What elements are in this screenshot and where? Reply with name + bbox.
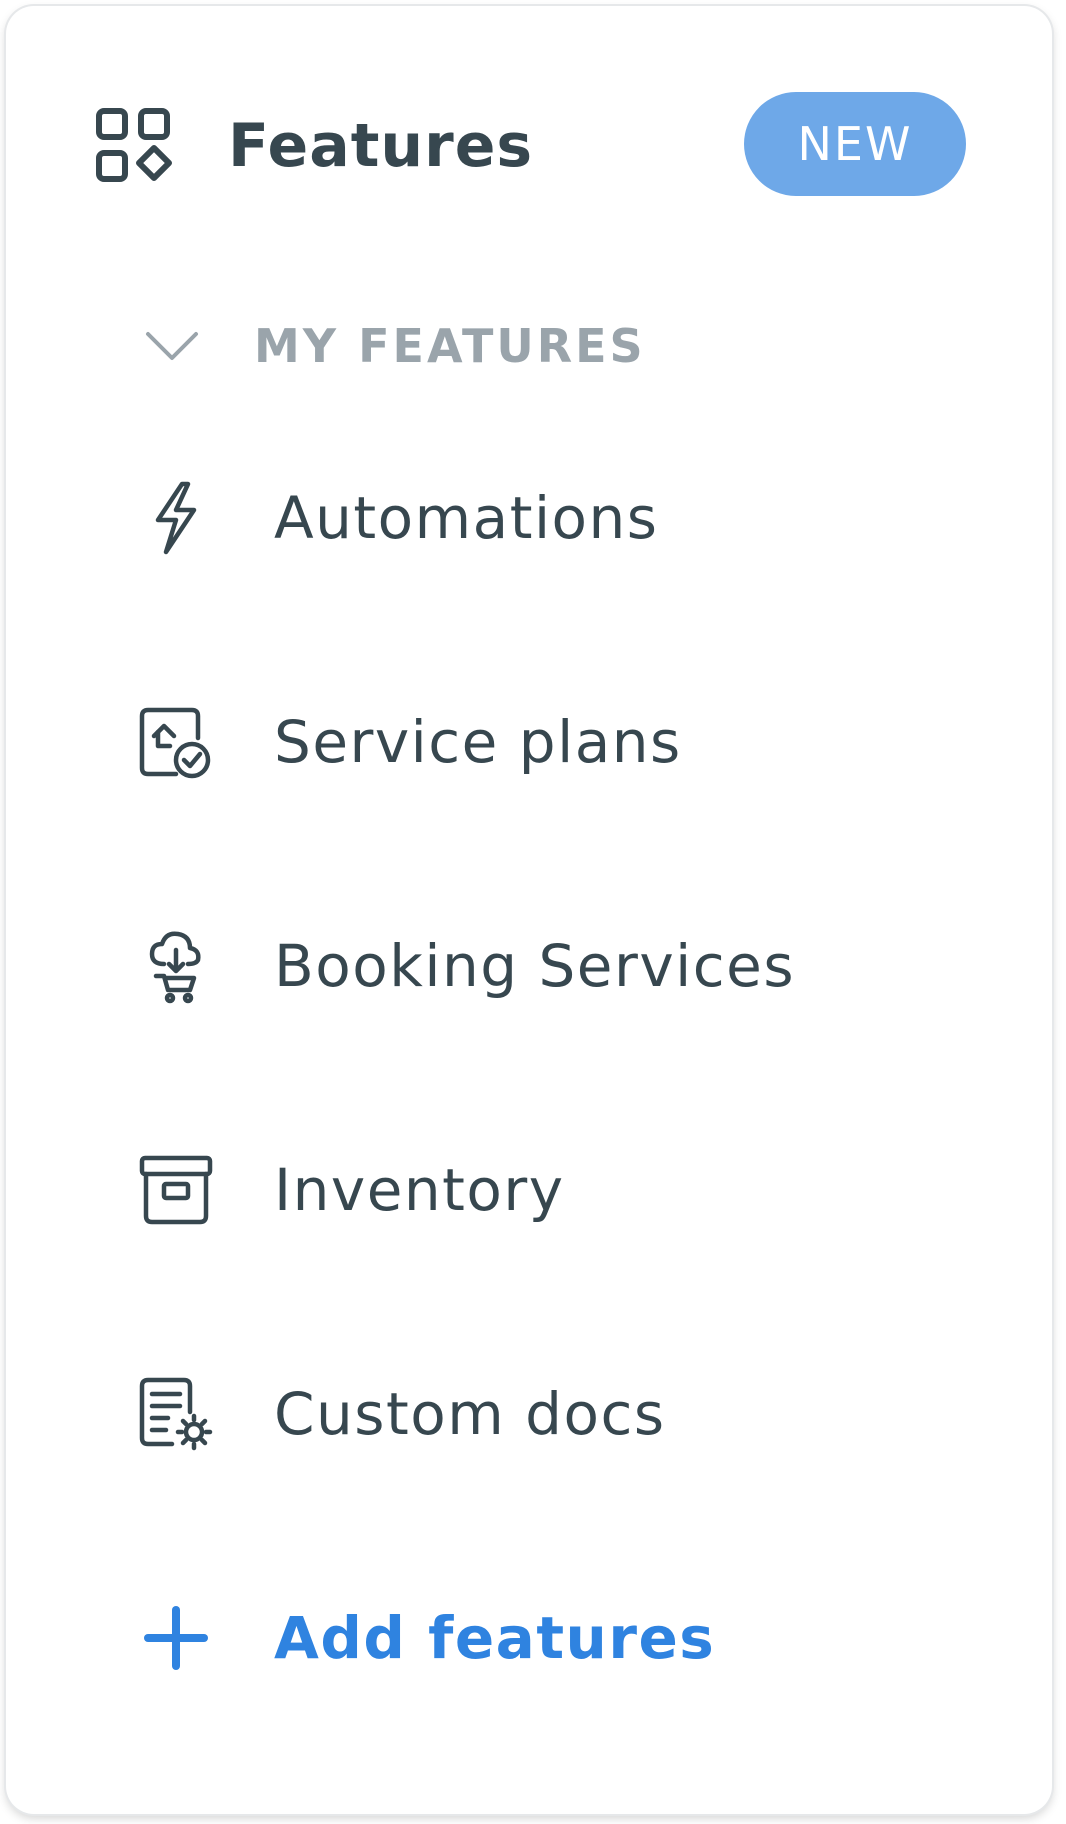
archive-box-icon [138,1152,214,1228]
item-label: Booking Services [274,932,796,1000]
nav-item-inventory[interactable]: Inventory [138,1130,998,1250]
features-title: Features [228,111,534,181]
plus-icon [138,1600,214,1676]
features-grid-icon [94,106,174,186]
my-features-toggle[interactable]: MY FEATURES [142,306,942,386]
chevron-down-icon [142,324,202,368]
nav-item-booking-services[interactable]: Booking Services [138,906,998,1026]
nav-item-automations[interactable]: Automations [138,458,998,578]
service-plan-icon [138,704,214,780]
add-features-label: Add features [274,1604,716,1672]
item-label: Service plans [274,708,682,776]
item-label: Automations [274,484,659,552]
booking-cart-icon [138,928,214,1004]
lightning-icon [138,480,214,556]
features-header[interactable]: Features NEW [6,6,1052,206]
section-label: MY FEATURES [254,319,646,373]
nav-item-custom-docs[interactable]: Custom docs [138,1354,998,1474]
add-features-button[interactable]: Add features [138,1578,998,1698]
features-panel: Features NEW MY FEATURES Automations Ser… [6,6,1052,1814]
new-badge: NEW [744,92,966,196]
item-label: Custom docs [274,1380,666,1448]
nav-item-service-plans[interactable]: Service plans [138,682,998,802]
doc-gear-icon [138,1376,214,1452]
item-label: Inventory [274,1156,565,1224]
